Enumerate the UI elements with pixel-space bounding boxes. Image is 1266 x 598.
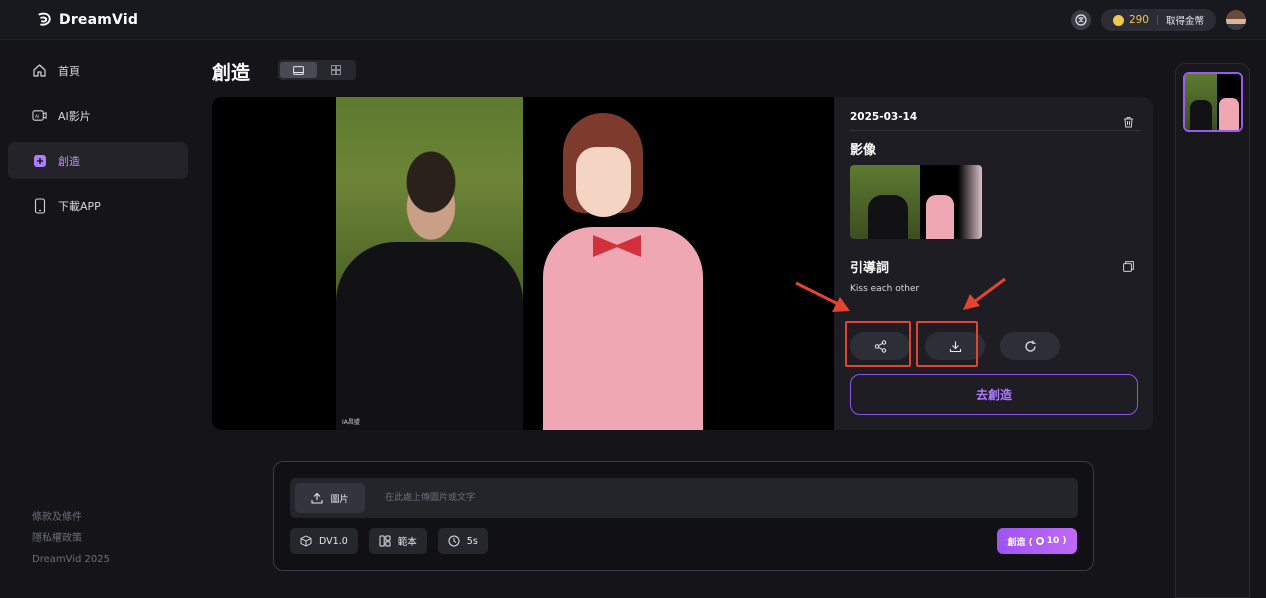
sidebar-item-label: 下載APP xyxy=(58,199,101,213)
annotation-arrow-icon xyxy=(963,277,1006,310)
sidebar-item-label: 首頁 xyxy=(58,64,80,78)
divider xyxy=(1156,15,1158,25)
sidebar-item-label: AI影片 xyxy=(58,109,91,123)
composer-input-row: 圖片 xyxy=(290,478,1078,518)
annotation-highlight xyxy=(916,321,978,367)
upload-label: 圖片 xyxy=(330,494,349,505)
create-cost: 10 xyxy=(1046,536,1060,546)
sidebar-footer: 條款及條件 隱私權政策 DreamVid 2025 xyxy=(32,507,110,570)
divider xyxy=(850,130,1140,131)
create-icon xyxy=(32,153,47,168)
watermark: IA昌盟 xyxy=(342,419,360,426)
coin-icon xyxy=(1112,14,1124,26)
sidebar-item-label: 創造 xyxy=(58,154,80,168)
svg-text:AI: AI xyxy=(35,114,40,120)
prompt-input[interactable] xyxy=(385,478,985,518)
template-selector[interactable]: 範本 xyxy=(368,528,427,554)
jacket-shape xyxy=(336,242,523,430)
sidebar-item-download-app[interactable]: 下載APP xyxy=(8,187,188,224)
duration-selector[interactable]: 5s xyxy=(437,528,488,554)
template-icon xyxy=(379,535,391,547)
thumbnail-part xyxy=(920,165,958,239)
logo[interactable]: DreamVid xyxy=(36,11,138,28)
view-toggle xyxy=(278,60,356,80)
source-photo: IA昌盟 xyxy=(336,97,523,430)
model-selector[interactable]: DV1.0 xyxy=(290,528,358,554)
avatar[interactable] xyxy=(1226,10,1246,30)
create-button[interactable]: 創造 ( 10 ) xyxy=(997,528,1077,554)
thumbnail-part xyxy=(850,165,920,239)
regenerate-icon xyxy=(1024,340,1036,352)
sidebar-item-home[interactable]: 首頁 xyxy=(8,52,188,89)
copy-button[interactable] xyxy=(1123,257,1134,276)
result-info-panel: 2025-03-14 影像 引導詞 Kiss each other xyxy=(850,111,1140,294)
prompt-section-label: 引導詞 xyxy=(850,261,890,276)
sidebar-item-ai-video[interactable]: AI AI影片 xyxy=(8,97,188,134)
thumbnail-part xyxy=(958,165,982,239)
sidebar-item-create[interactable]: 創造 xyxy=(8,142,188,179)
create-label: 創造 ( xyxy=(1007,537,1033,548)
model-label: DV1.0 xyxy=(319,535,348,547)
coin-count: 290 xyxy=(1128,14,1149,26)
annotation-arrow-icon xyxy=(795,281,850,312)
language-button[interactable] xyxy=(1070,10,1091,30)
history-rail xyxy=(1175,63,1250,598)
terms-link[interactable]: 條款及條件 xyxy=(32,507,110,528)
clock-icon xyxy=(448,535,460,547)
upload-image-button[interactable]: 圖片 xyxy=(295,483,365,513)
history-thumbnail[interactable] xyxy=(1183,72,1243,132)
phone-icon xyxy=(32,197,47,214)
privacy-link[interactable]: 隱私權政策 xyxy=(32,528,110,549)
source-image-thumbnail[interactable] xyxy=(850,165,982,239)
grid-view-icon xyxy=(330,65,341,75)
page-title: 創造 xyxy=(212,62,251,84)
ai-video-icon: AI xyxy=(32,108,47,123)
template-label: 範本 xyxy=(397,537,417,548)
anime-body-shape xyxy=(543,227,703,430)
composer: 圖片 DV1.0 範本 5s 創造 ( 10 ) xyxy=(273,461,1094,571)
grid-view-button[interactable] xyxy=(317,62,354,78)
result-date: 2025-03-14 xyxy=(850,111,918,123)
image-section-label: 影像 xyxy=(850,143,877,158)
home-icon xyxy=(32,63,47,78)
copy-icon xyxy=(1123,261,1134,272)
composer-options: DV1.0 範本 5s xyxy=(290,528,488,554)
cube-icon xyxy=(300,535,312,547)
regenerate-button[interactable] xyxy=(1000,332,1060,360)
video-preview[interactable]: IA昌盟 xyxy=(212,97,834,430)
trash-icon xyxy=(1124,117,1133,128)
thumbnail-part xyxy=(1185,74,1217,130)
duration-label: 5s xyxy=(466,535,478,547)
single-view-icon xyxy=(293,65,304,75)
sidebar: 首頁 AI AI影片 創造 下載APP xyxy=(8,52,188,232)
coin-icon xyxy=(1035,537,1044,545)
logo-icon xyxy=(38,12,51,26)
create-suffix: ) xyxy=(1062,536,1067,546)
create-again-button[interactable]: 去創造 xyxy=(850,374,1138,415)
app-name: DreamVid xyxy=(59,11,139,28)
upload-icon xyxy=(311,492,324,504)
copyright-text: DreamVid 2025 xyxy=(32,554,110,565)
top-bar: DreamVid 290 取得金幣 xyxy=(0,0,1266,40)
anime-face-shape xyxy=(576,147,631,217)
single-view-button[interactable] xyxy=(280,62,317,78)
annotation-highlight xyxy=(845,321,911,367)
delete-button[interactable] xyxy=(1123,113,1134,132)
get-coins-label: 取得金幣 xyxy=(1165,16,1204,27)
anime-photo xyxy=(523,97,834,430)
language-icon xyxy=(1075,14,1087,26)
coin-balance-button[interactable]: 290 取得金幣 xyxy=(1100,9,1216,31)
thumbnail-part xyxy=(1217,74,1241,130)
